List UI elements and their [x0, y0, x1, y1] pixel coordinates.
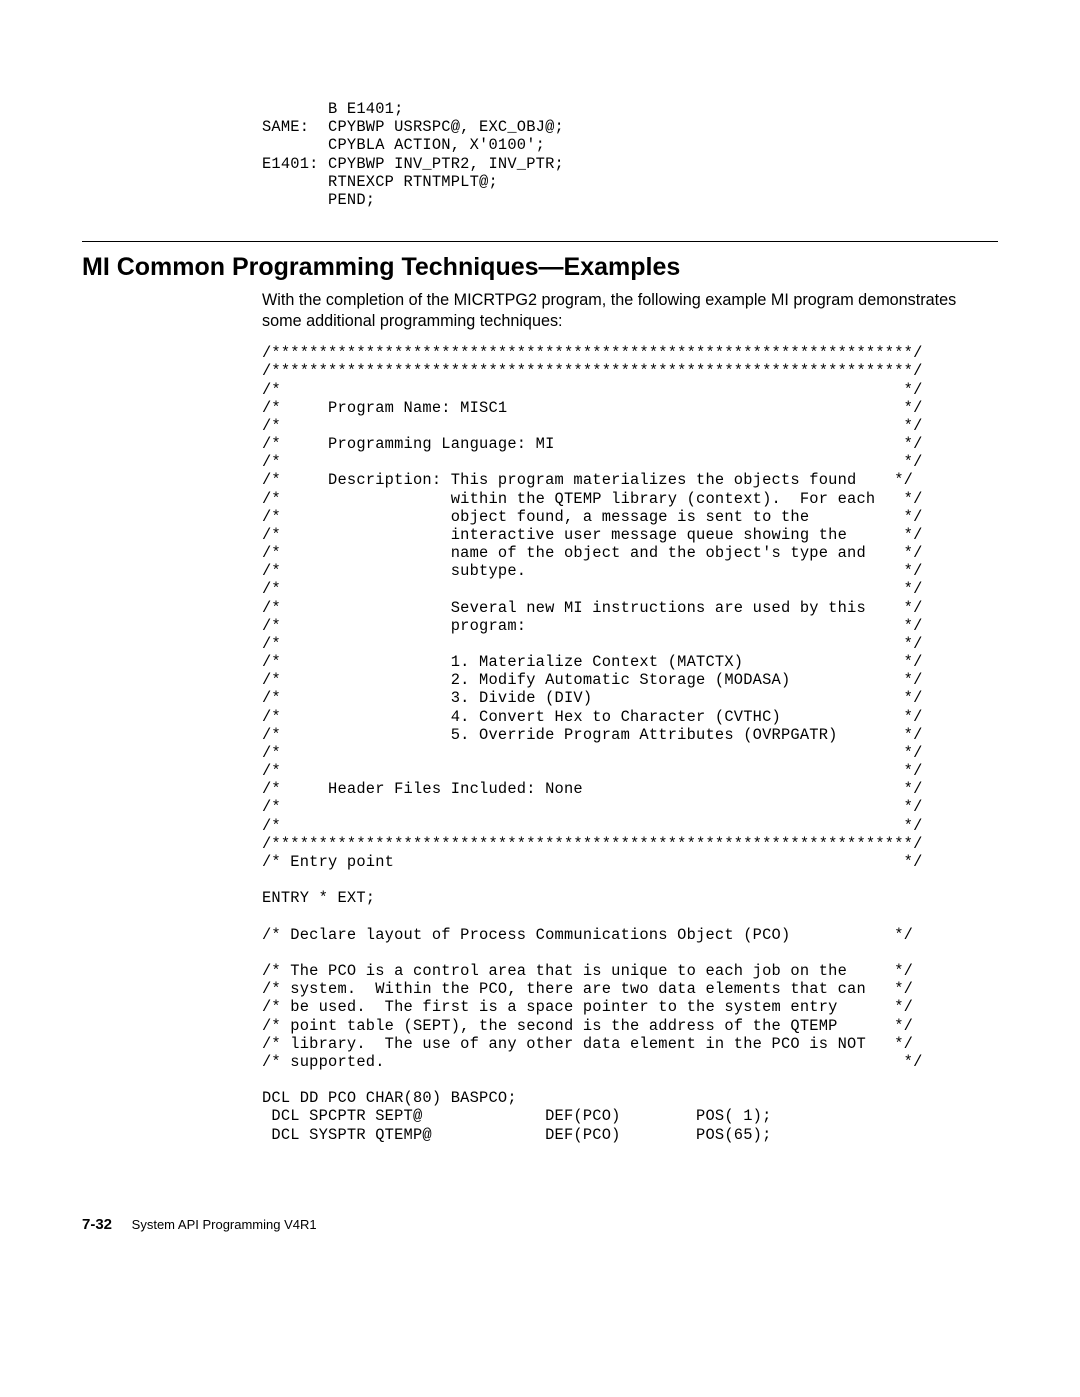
intro-paragraph: With the completion of the MICRTPG2 prog… — [262, 290, 998, 332]
section-heading: MI Common Programming Techniques—Example… — [82, 252, 998, 282]
section-divider — [82, 241, 998, 242]
page-number: 7-32 — [82, 1216, 112, 1233]
code-block-main: /***************************************… — [262, 344, 998, 1144]
doc-title: System API Programming V4R1 — [132, 1217, 317, 1232]
page-footer: 7-32 System API Programming V4R1 — [82, 1216, 998, 1233]
page: B E1401; SAME: CPYBWP USRSPC@, EXC_OBJ@;… — [0, 0, 1080, 1293]
code-block-top: B E1401; SAME: CPYBWP USRSPC@, EXC_OBJ@;… — [262, 100, 998, 209]
